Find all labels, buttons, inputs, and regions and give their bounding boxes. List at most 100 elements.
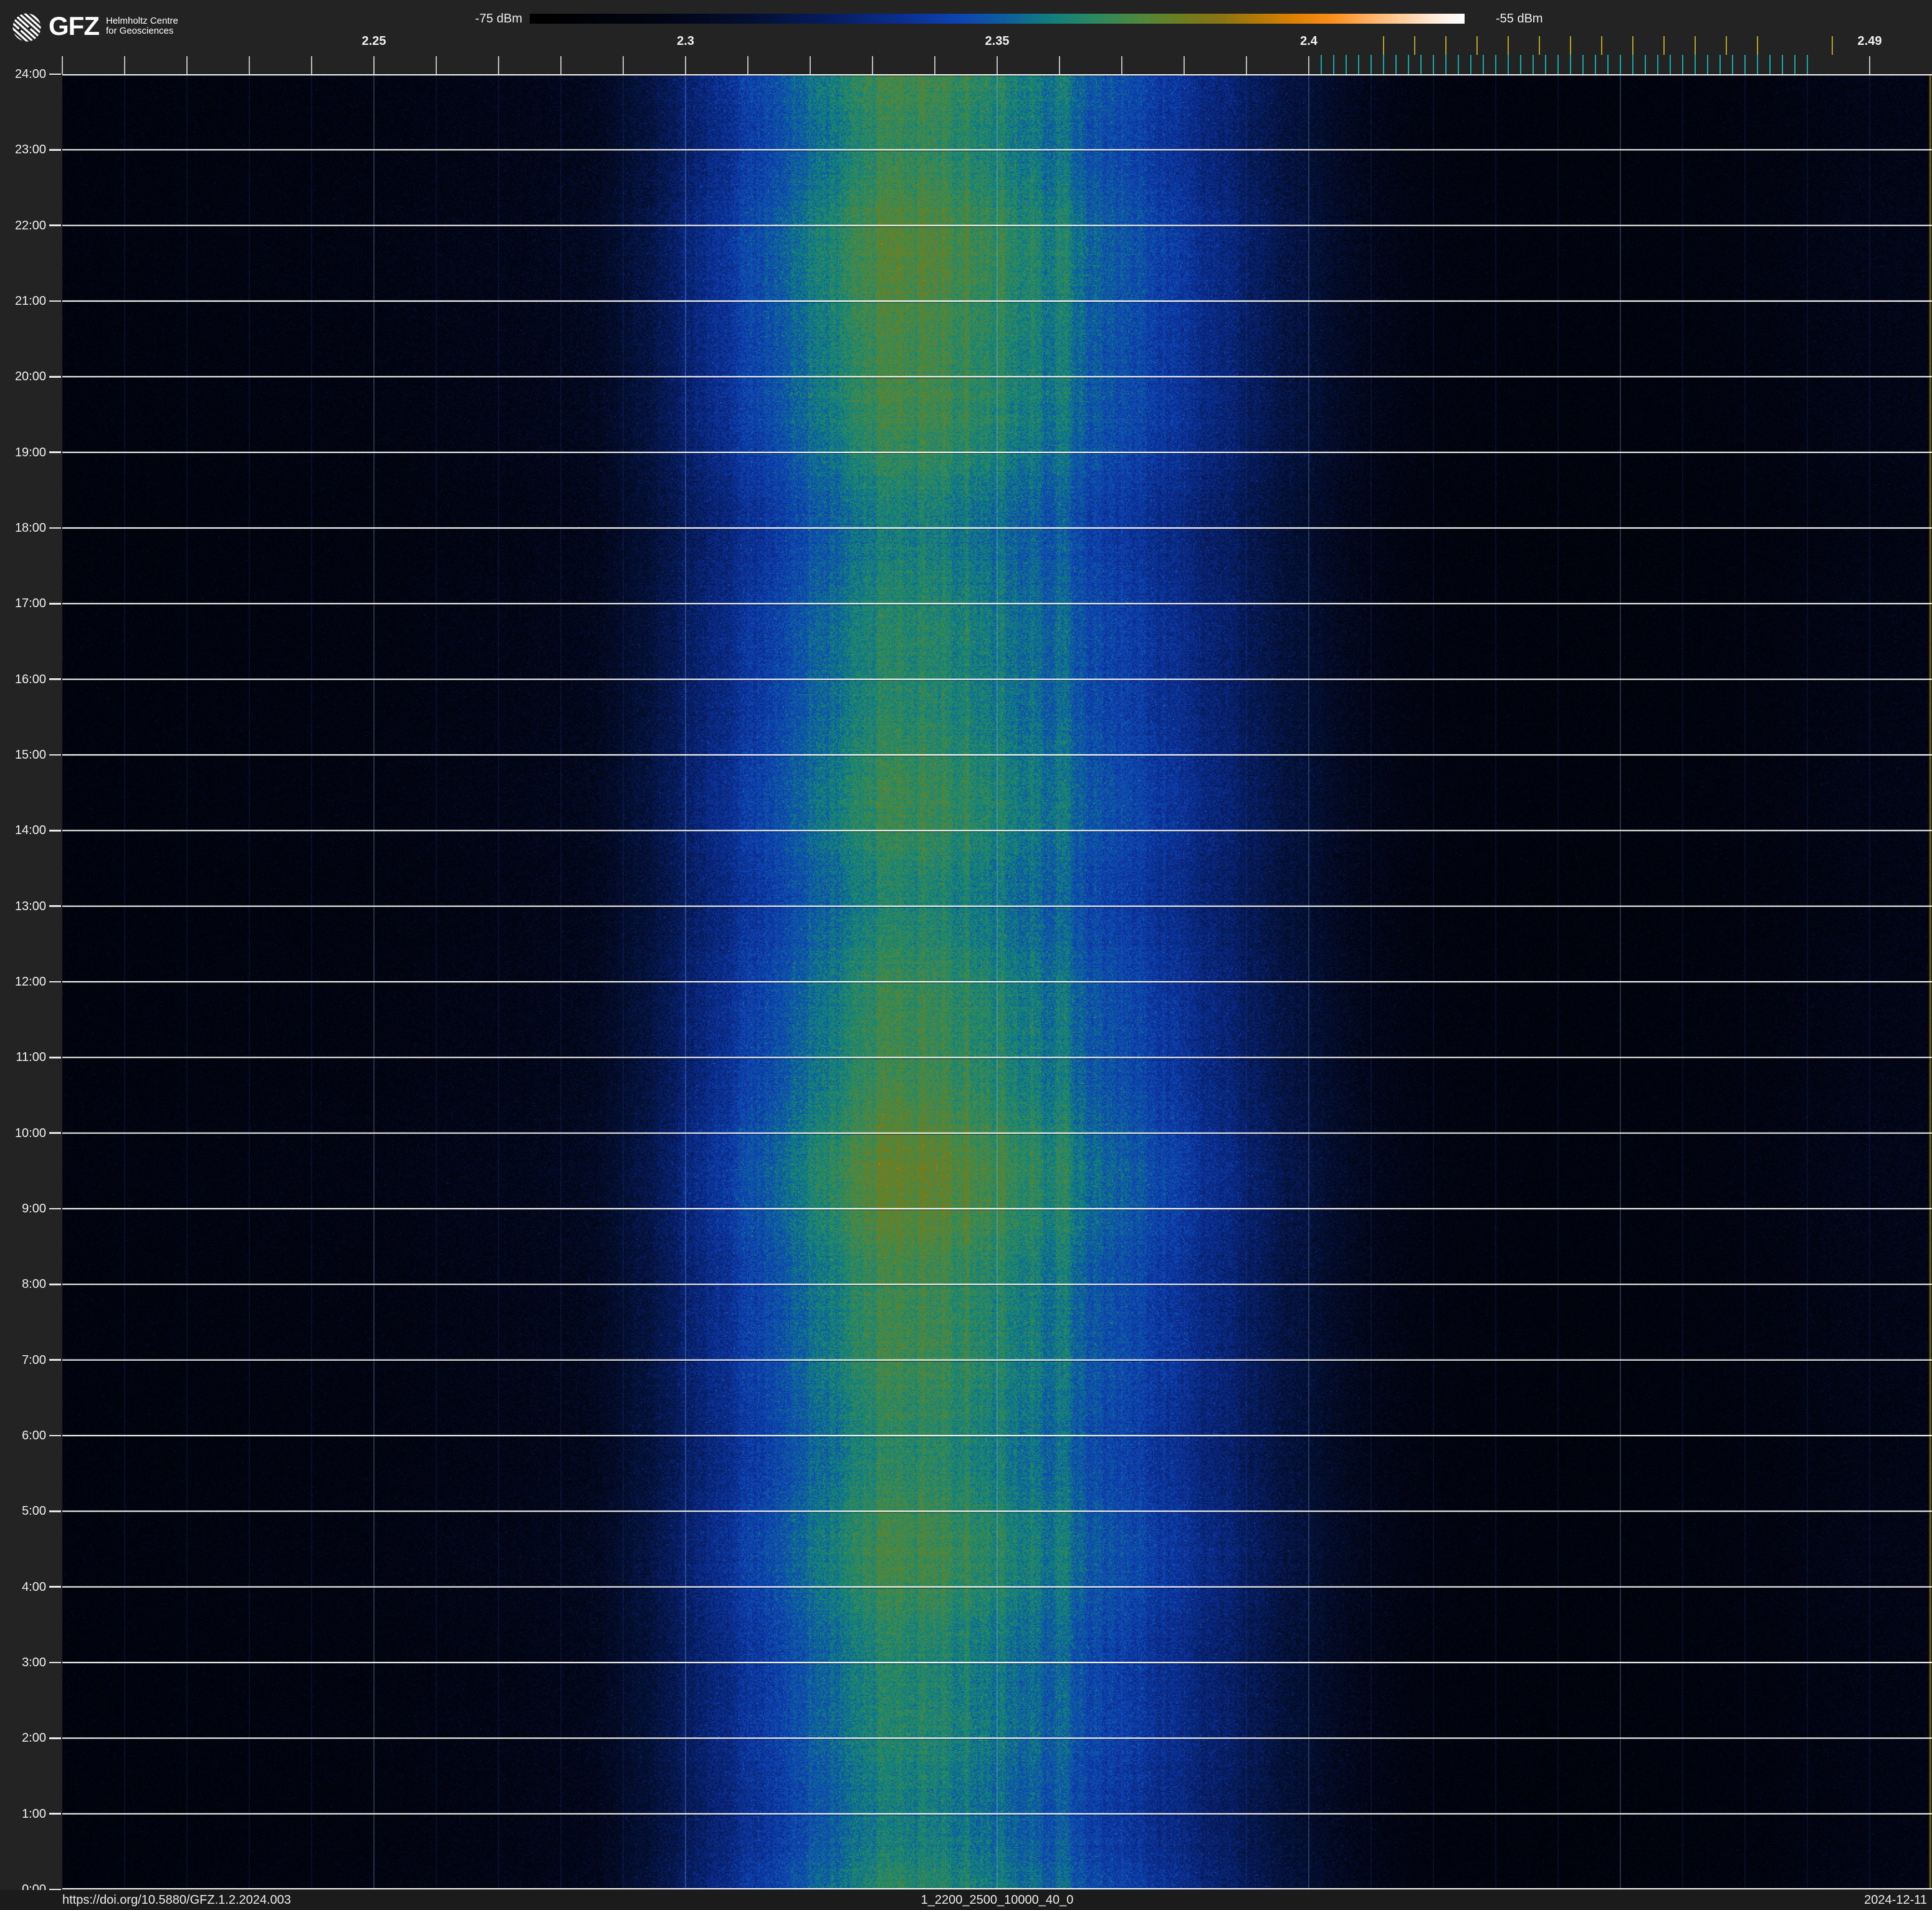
ble-channel-tick: [1545, 55, 1546, 74]
time-tick: [49, 149, 61, 151]
wifi-channel-tick: [1663, 36, 1665, 55]
time-tick: [49, 1813, 61, 1815]
wifi-channel-tick: [1538, 36, 1541, 55]
time-tick: [49, 603, 61, 605]
ble-channel-tick: [1433, 55, 1434, 74]
ble-channel-tick: [1695, 55, 1696, 74]
time-tick: [49, 678, 61, 680]
time-tick: [49, 981, 61, 983]
freq-tick: [1869, 56, 1870, 74]
ble-channel-tick: [1383, 55, 1384, 74]
time-label: 18:00: [14, 521, 46, 535]
time-tick: [49, 1207, 61, 1210]
freq-tick: [311, 56, 312, 74]
wifi-channel-tick: [1831, 36, 1834, 55]
wifi-channel-tick: [1413, 36, 1416, 55]
freq-tick-label: 2.4: [1300, 34, 1317, 48]
time-label: 8:00: [22, 1277, 46, 1292]
spectrogram-canvas: [62, 74, 1932, 1889]
time-label: 23:00: [14, 143, 46, 157]
time-label: 19:00: [14, 445, 46, 459]
ble-channel-tick: [1395, 55, 1397, 74]
time-label: 14:00: [14, 823, 46, 838]
freq-tick: [997, 56, 998, 74]
freq-tick: [186, 56, 188, 74]
ble-channel-tick: [1420, 55, 1422, 74]
ble-channel-tick: [1445, 55, 1447, 74]
time-label: 16:00: [14, 672, 46, 686]
ble-channel-tick: [1744, 55, 1746, 74]
wifi-channel-tick: [1600, 36, 1603, 55]
freq-tick-label: 2.3: [677, 34, 694, 48]
ble-channel-tick: [1370, 55, 1372, 74]
time-tick: [49, 1359, 61, 1361]
ble-channel-tick: [1495, 55, 1496, 74]
footer-dataset-name: 1_2200_2500_10000_40_0: [921, 1893, 1074, 1907]
time-axis: 24:00 23:00 22:00 21:00 20:00 19:00 18:00 17:00…: [0, 0, 62, 1910]
ble-channel-tick: [1321, 55, 1322, 74]
ble-channel-tick: [1358, 55, 1359, 74]
time-label: 9:00: [22, 1202, 46, 1216]
time-label: 5:00: [22, 1504, 46, 1519]
freq-tick: [560, 56, 562, 74]
time-tick: [49, 1132, 61, 1134]
wifi-channel-tick: [1756, 36, 1759, 55]
freq-tick: [872, 56, 873, 74]
ble-channel-tick: [1632, 55, 1633, 74]
freq-tick: [747, 56, 748, 74]
freq-tick: [1059, 56, 1060, 74]
time-label: 13:00: [14, 899, 46, 913]
ble-channel-tick: [1483, 55, 1484, 74]
time-tick: [49, 754, 61, 756]
time-label: 2:00: [22, 1731, 46, 1745]
time-label: 11:00: [16, 1050, 46, 1065]
time-tick: [49, 1661, 61, 1664]
ble-channel-tick: [1769, 55, 1771, 74]
ble-channel-tick: [1620, 55, 1621, 74]
ble-channel-tick: [1682, 55, 1683, 74]
time-label: 17:00: [14, 597, 46, 611]
freq-tick: [623, 56, 624, 74]
time-tick: [49, 1586, 61, 1588]
time-tick: [49, 376, 61, 378]
time-tick: [49, 73, 61, 75]
frequency-axis: 2.25 2.3 2.35 2.4 2.49: [0, 0, 1932, 74]
ble-channel-tick: [1782, 55, 1783, 74]
time-tick: [49, 300, 61, 302]
time-tick: [49, 1737, 61, 1739]
freq-tick: [1121, 56, 1122, 74]
wifi-channel-tick: [1382, 36, 1385, 55]
time-label: 15:00: [14, 748, 46, 762]
ble-channel-tick: [1520, 55, 1521, 74]
wifi-channel-tick: [1507, 36, 1509, 55]
time-tick: [49, 830, 61, 832]
time-label: 3:00: [22, 1656, 46, 1669]
ble-channel-tick: [1557, 55, 1559, 74]
ble-channel-tick: [1582, 55, 1584, 74]
freq-tick: [810, 56, 811, 74]
freq-tick-label: 2.49: [1857, 34, 1882, 48]
wifi-channel-tick: [1476, 36, 1478, 55]
ble-channel-tick: [1570, 55, 1571, 74]
ble-channel-tick: [1719, 55, 1721, 74]
freq-tick: [373, 56, 375, 74]
freq-tick: [1246, 56, 1247, 74]
time-label: 6:00: [22, 1429, 46, 1442]
ble-channel-tick: [1508, 55, 1509, 74]
time-label: 20:00: [14, 370, 46, 384]
wifi-channel-tick: [1694, 36, 1696, 55]
time-tick: [49, 1057, 61, 1058]
ble-channel-tick: [1333, 55, 1334, 74]
freq-tick: [124, 56, 125, 74]
ble-channel-tick: [1645, 55, 1646, 74]
freq-tick-label: 2.25: [361, 34, 386, 48]
ble-channel-tick: [1458, 55, 1459, 74]
ble-channel-tick: [1408, 55, 1409, 74]
wifi-channel-tick: [1725, 36, 1728, 55]
footer-bar: https://doi.org/10.5880/GFZ.1.2.2024.003…: [0, 1890, 1932, 1910]
spectrogram-page: GFZ Helmholtz Centre for Geosciences -75…: [0, 0, 1932, 1910]
ble-channel-tick: [1533, 55, 1534, 74]
freq-tick: [249, 56, 250, 74]
time-tick: [49, 451, 61, 453]
wifi-channel-tick: [1445, 36, 1447, 55]
